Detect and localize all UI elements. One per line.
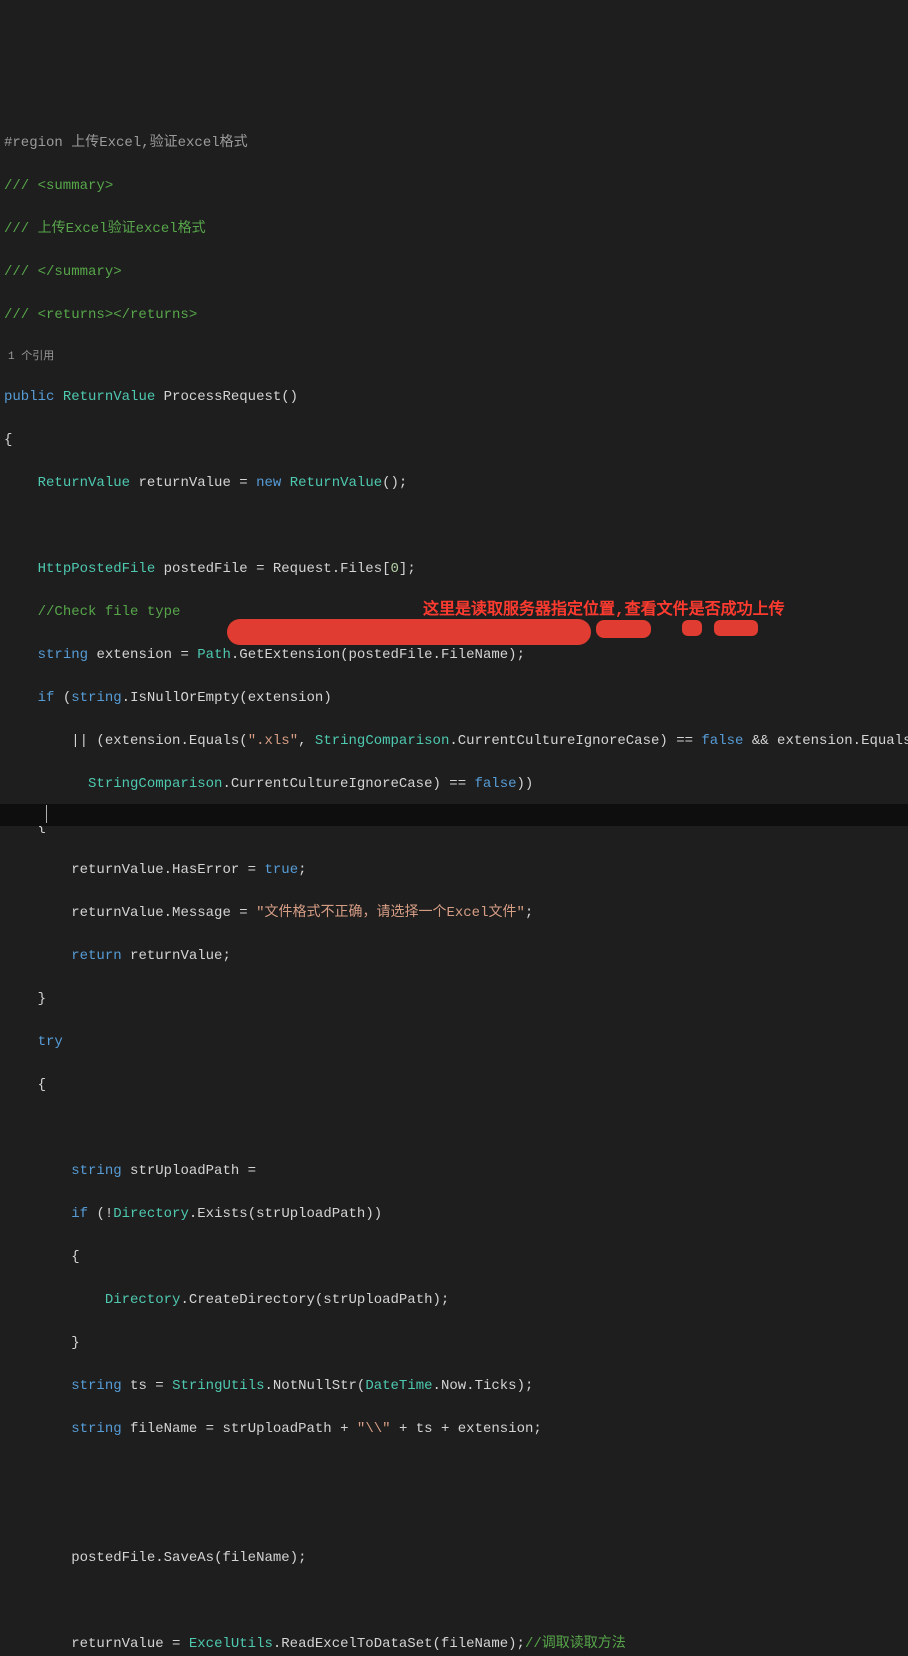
code-line (4, 1505, 908, 1527)
code-line (4, 516, 908, 538)
code-line: string fileName = strUploadPath + "\\" +… (4, 1419, 908, 1441)
code-editor[interactable]: #region 上传Excel,验证excel格式 /// <summary> … (0, 86, 908, 1656)
code-line: /// </summary> (4, 262, 908, 284)
code-line: { (4, 430, 908, 452)
redaction-mark (682, 620, 702, 636)
code-line: try (4, 1032, 908, 1054)
redaction-mark (227, 619, 591, 645)
code-line: returnValue = ExcelUtils.ReadExcelToData… (4, 1634, 908, 1656)
code-line: if (!Directory.Exists(strUploadPath)) (4, 1204, 908, 1226)
code-line: StringComparison.CurrentCultureIgnoreCas… (4, 774, 908, 796)
code-line (4, 1118, 908, 1140)
text-cursor (46, 805, 47, 823)
codelens-references[interactable]: 1 个引用 (4, 348, 908, 365)
code-line: ReturnValue returnValue = new ReturnValu… (4, 473, 908, 495)
code-line: string strUploadPath = ); (4, 1161, 908, 1183)
code-line: returnValue.HasError = true; (4, 860, 908, 882)
code-line (4, 1591, 908, 1613)
code-line: { (4, 1247, 908, 1269)
code-line: || (extension.Equals(".xls", StringCompa… (4, 731, 908, 753)
code-line: string extension = Path.GetExtension(pos… (4, 645, 908, 667)
code-line: { (4, 1075, 908, 1097)
code-line: Directory.CreateDirectory(strUploadPath)… (4, 1290, 908, 1312)
code-line: /// <summary> (4, 176, 908, 198)
code-line: string ts = StringUtils.NotNullStr(DateT… (4, 1376, 908, 1398)
code-line: returnValue.Message = "文件格式不正确，请选择一个Exce… (4, 903, 908, 925)
code-line: } (4, 1333, 908, 1355)
redaction-mark (596, 620, 651, 638)
code-line: HttpPostedFile postedFile = Request.File… (4, 559, 908, 581)
code-line: public ReturnValue ProcessRequest() (4, 387, 908, 409)
code-line: postedFile.SaveAs(fileName); (4, 1548, 908, 1570)
redaction-mark (714, 620, 758, 636)
code-line: return returnValue; (4, 946, 908, 968)
code-line: /// 上传Excel验证excel格式 (4, 219, 908, 241)
code-line: #region 上传Excel,验证excel格式 (4, 133, 908, 155)
code-line: } (4, 989, 908, 1011)
code-line: if (string.IsNullOrEmpty(extension) (4, 688, 908, 710)
code-line: /// <returns></returns> (4, 305, 908, 327)
